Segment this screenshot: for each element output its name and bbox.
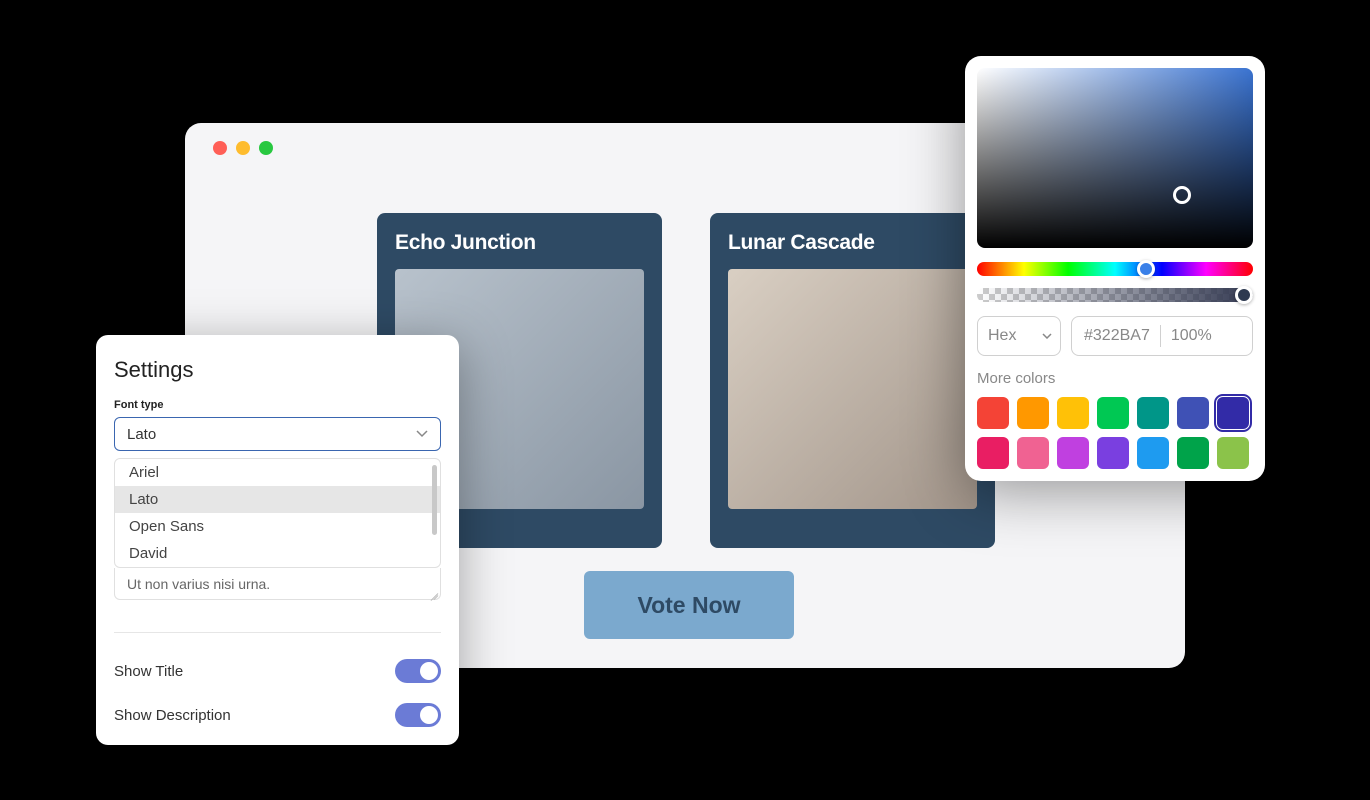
toggle-row: Show Description: [114, 693, 441, 737]
hue-slider[interactable]: [977, 262, 1253, 276]
font-option[interactable]: Lato: [115, 486, 440, 513]
vote-button[interactable]: Vote Now: [584, 571, 794, 639]
color-swatch[interactable]: [1177, 397, 1209, 429]
font-select[interactable]: Lato: [114, 417, 441, 451]
chevron-down-icon: [416, 430, 428, 438]
format-value: Hex: [988, 327, 1016, 345]
font-option[interactable]: David: [115, 540, 440, 567]
hex-input[interactable]: #322BA7 100%: [1071, 316, 1253, 356]
card-image: [728, 269, 977, 509]
toggle-label: Show Title: [114, 663, 183, 680]
font-dropdown: Ariel Lato Open Sans David: [114, 458, 441, 568]
settings-title: Settings: [114, 357, 441, 383]
font-option[interactable]: Ariel: [115, 459, 440, 486]
font-type-label: Font type: [114, 399, 441, 411]
alpha-slider[interactable]: [977, 288, 1253, 302]
show-title-toggle[interactable]: [395, 659, 441, 683]
toggle-knob: [420, 706, 438, 724]
font-select-value: Lato: [127, 426, 156, 443]
swatch-grid: [977, 397, 1253, 469]
card-title: Lunar Cascade: [728, 231, 977, 255]
hue-thumb[interactable]: [1137, 260, 1155, 278]
color-swatch[interactable]: [1217, 437, 1249, 469]
color-format-select[interactable]: Hex: [977, 316, 1061, 356]
poll-card[interactable]: Lunar Cascade: [710, 213, 995, 548]
sv-cursor-icon[interactable]: [1173, 186, 1191, 204]
color-swatch[interactable]: [977, 437, 1009, 469]
saturation-value-area[interactable]: [977, 68, 1253, 248]
input-divider: [1160, 325, 1161, 347]
color-swatch[interactable]: [1057, 397, 1089, 429]
toggle-label: Show Description: [114, 707, 231, 724]
show-description-toggle[interactable]: [395, 703, 441, 727]
description-textarea[interactable]: Ut non varius nisi urna.: [114, 568, 441, 600]
color-swatch[interactable]: [1177, 437, 1209, 469]
font-option[interactable]: Open Sans: [115, 513, 440, 540]
color-swatch[interactable]: [1097, 397, 1129, 429]
close-icon[interactable]: [213, 141, 227, 155]
opacity-value: 100%: [1171, 327, 1212, 345]
toggle-row: Show Title: [114, 649, 441, 693]
color-swatch[interactable]: [1097, 437, 1129, 469]
maximize-icon[interactable]: [259, 141, 273, 155]
divider: [114, 632, 441, 633]
hex-value: #322BA7: [1084, 327, 1150, 345]
settings-panel: Settings Font type Lato Ariel Lato Open …: [96, 335, 459, 745]
vote-button-label: Vote Now: [637, 592, 740, 619]
more-colors-label: More colors: [977, 370, 1253, 387]
alpha-thumb[interactable]: [1235, 286, 1253, 304]
resize-handle-icon[interactable]: [428, 587, 438, 597]
card-title: Echo Junction: [395, 231, 644, 255]
chevron-down-icon: [1042, 333, 1052, 339]
dropdown-scrollbar[interactable]: [432, 465, 437, 535]
color-swatch[interactable]: [1017, 437, 1049, 469]
minimize-icon[interactable]: [236, 141, 250, 155]
textarea-text: Ut non varius nisi urna.: [127, 576, 270, 592]
color-swatch[interactable]: [1057, 437, 1089, 469]
color-swatch[interactable]: [977, 397, 1009, 429]
color-input-row: Hex #322BA7 100%: [977, 316, 1253, 356]
color-swatch[interactable]: [1017, 397, 1049, 429]
color-swatch[interactable]: [1217, 397, 1249, 429]
color-picker-panel: Hex #322BA7 100% More colors: [965, 56, 1265, 481]
color-swatch[interactable]: [1137, 397, 1169, 429]
color-swatch[interactable]: [1137, 437, 1169, 469]
toggle-knob: [420, 662, 438, 680]
